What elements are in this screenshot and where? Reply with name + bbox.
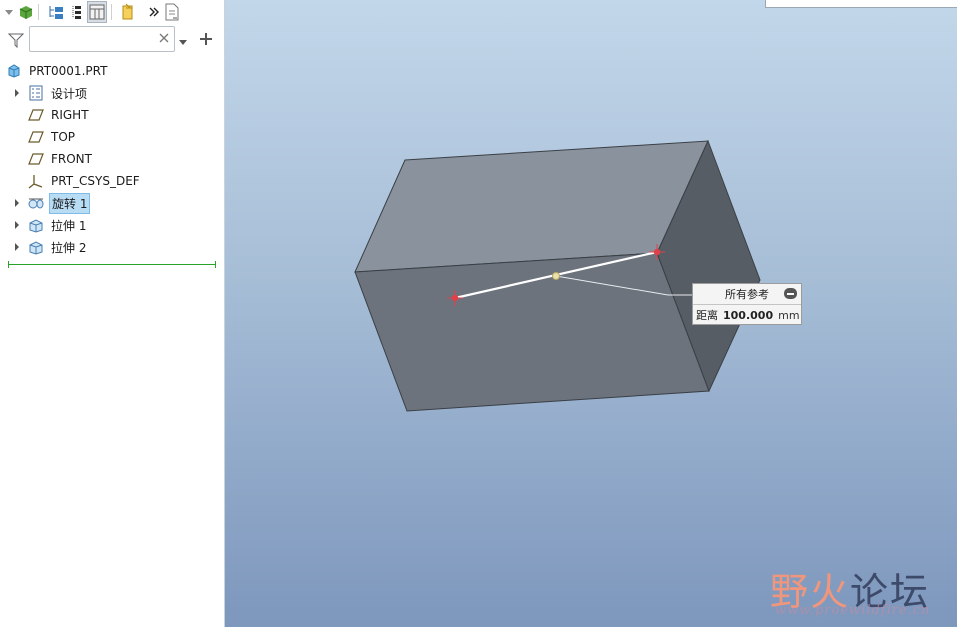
tree-item-label: 拉伸 1: [51, 218, 87, 233]
more-tools-icon[interactable]: [148, 2, 160, 22]
datum-plane-icon: [28, 107, 44, 123]
tree-item-label: 设计项: [51, 86, 88, 101]
tree-item-label: 旋转 1: [49, 192, 91, 214]
tree-search-input[interactable]: [29, 26, 175, 52]
box-front-face: [354, 252, 710, 412]
expand-arrow-icon[interactable]: [12, 198, 22, 208]
filter-icon[interactable]: [7, 32, 25, 51]
tree-root-label: PRT0001.PRT: [29, 64, 108, 78]
show-folder-icon[interactable]: [120, 2, 136, 22]
collapse-minus-icon[interactable]: [784, 288, 797, 299]
measure-result-title: 所有参考: [725, 288, 769, 301]
clear-search-icon[interactable]: [158, 32, 170, 47]
settings-document-icon[interactable]: [164, 2, 180, 22]
tree-item-right[interactable]: RIGHT: [12, 104, 91, 126]
tree-filter-row: [0, 26, 224, 54]
watermark-url: www.proewildfire.cn: [775, 603, 931, 618]
measure-result-header: 所有参考: [693, 284, 801, 305]
datum-plane-icon: [28, 151, 44, 167]
tree-item-top[interactable]: TOP: [12, 126, 77, 148]
dropdown-arrow-icon[interactable]: [4, 2, 14, 22]
expand-arrow-icon[interactable]: [12, 88, 22, 98]
measure-mid-point: [552, 272, 560, 280]
tree-item-extrude-2[interactable]: 拉伸 2: [12, 236, 88, 258]
model-tree-panel: PRT0001.PRT 设计项 RIGHT TOP FRONT PRT_CSYS…: [0, 0, 225, 627]
tree-item-label: 拉伸 2: [51, 240, 87, 255]
tree-item-revolve-1[interactable]: 旋转 1: [12, 192, 91, 214]
tree-structure-icon[interactable]: [47, 2, 65, 22]
3d-model-view[interactable]: [225, 0, 957, 627]
insert-here-marker[interactable]: [8, 261, 216, 268]
distance-label: 距离: [696, 309, 718, 322]
tree-root-node[interactable]: PRT0001.PRT: [6, 60, 109, 82]
tree-item-label: FRONT: [51, 152, 92, 166]
coordinate-system-icon: [28, 173, 44, 189]
revolve-icon: [28, 195, 44, 211]
distance-unit: mm: [778, 308, 800, 322]
tree-item-design-items[interactable]: 设计项: [12, 82, 89, 104]
tree-filter-list-icon[interactable]: [69, 2, 83, 22]
tree-item-label: RIGHT: [51, 108, 89, 122]
measure-result-body: 距离 100.000 mm: [693, 305, 801, 325]
distance-value[interactable]: 100.000: [723, 309, 773, 322]
toolbar-separator: [111, 4, 112, 20]
model-display-icon[interactable]: [18, 2, 34, 22]
columns-view-icon[interactable]: [87, 1, 107, 23]
toolbar-separator: [38, 4, 39, 20]
datum-plane-icon: [28, 129, 44, 145]
part-icon: [6, 63, 22, 79]
graphics-viewport[interactable]: 所有参考 距离 100.000 mm 野火论坛 www.proewildfire…: [225, 0, 957, 627]
add-icon[interactable]: [199, 32, 213, 49]
model-tree-toolbar: [0, 0, 224, 24]
tree-item-label: PRT_CSYS_DEF: [51, 174, 140, 188]
design-items-icon: [28, 85, 44, 101]
tree-item-label: TOP: [51, 130, 76, 144]
tree-item-front[interactable]: FRONT: [12, 148, 94, 170]
extrude-icon: [28, 217, 44, 233]
forum-watermark: 野火论坛 www.proewildfire.cn: [770, 543, 957, 623]
extrude-icon: [28, 239, 44, 255]
search-options-chevron-icon[interactable]: [178, 36, 188, 50]
tree-item-csys[interactable]: PRT_CSYS_DEF: [12, 170, 142, 192]
measure-result-box[interactable]: 所有参考 距离 100.000 mm: [692, 283, 802, 325]
tree-item-extrude-1[interactable]: 拉伸 1: [12, 214, 88, 236]
expand-arrow-icon[interactable]: [12, 242, 22, 252]
expand-arrow-icon[interactable]: [12, 220, 22, 230]
